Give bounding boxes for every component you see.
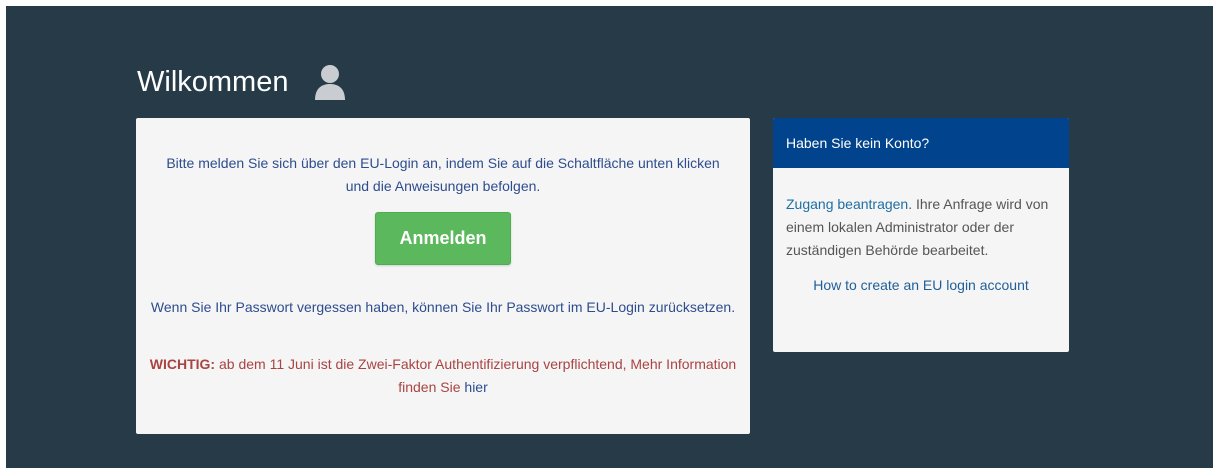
login-panel: Bitte melden Sie sich über den EU-Login …	[136, 118, 750, 434]
reset-password-link[interactable]: Passwort im EU-Login zurücksetzen	[506, 299, 731, 315]
forgot-password-text: Wenn Sie Ihr Passwort vergessen haben, k…	[146, 296, 740, 319]
no-account-body: Zugang beantragen. Ihre Anfrage wird von…	[773, 168, 1069, 297]
important-label: WICHTIG:	[149, 356, 216, 372]
page-title: Wilkommen	[137, 64, 346, 100]
request-access-text: Zugang beantragen. Ihre Anfrage wird von…	[786, 193, 1056, 262]
no-account-panel: Haben Sie kein Konto? Zugang beantragen.…	[773, 118, 1069, 352]
request-access-link[interactable]: Zugang beantragen	[786, 196, 908, 212]
howto-create-account-link[interactable]: How to create an EU login account	[813, 277, 1029, 293]
login-intro-text: Bitte melden Sie sich über den EU-Login …	[166, 155, 720, 194]
user-icon	[314, 64, 346, 100]
page-background: Wilkommen Bitte melden Sie sich über den…	[6, 6, 1213, 468]
login-button[interactable]: Anmelden	[375, 212, 511, 265]
forgot-suffix: .	[731, 299, 736, 315]
page-title-text: Wilkommen	[137, 65, 289, 98]
howto-container: How to create an EU login account	[786, 274, 1056, 297]
more-info-link[interactable]: hier	[464, 379, 487, 395]
forgot-prefix: Wenn Sie Ihr Passwort vergessen haben, k…	[150, 299, 507, 315]
important-notice: WICHTIG: ab dem 11 Juni ist die Zwei-Fak…	[146, 353, 740, 399]
no-account-header: Haben Sie kein Konto?	[773, 118, 1069, 168]
